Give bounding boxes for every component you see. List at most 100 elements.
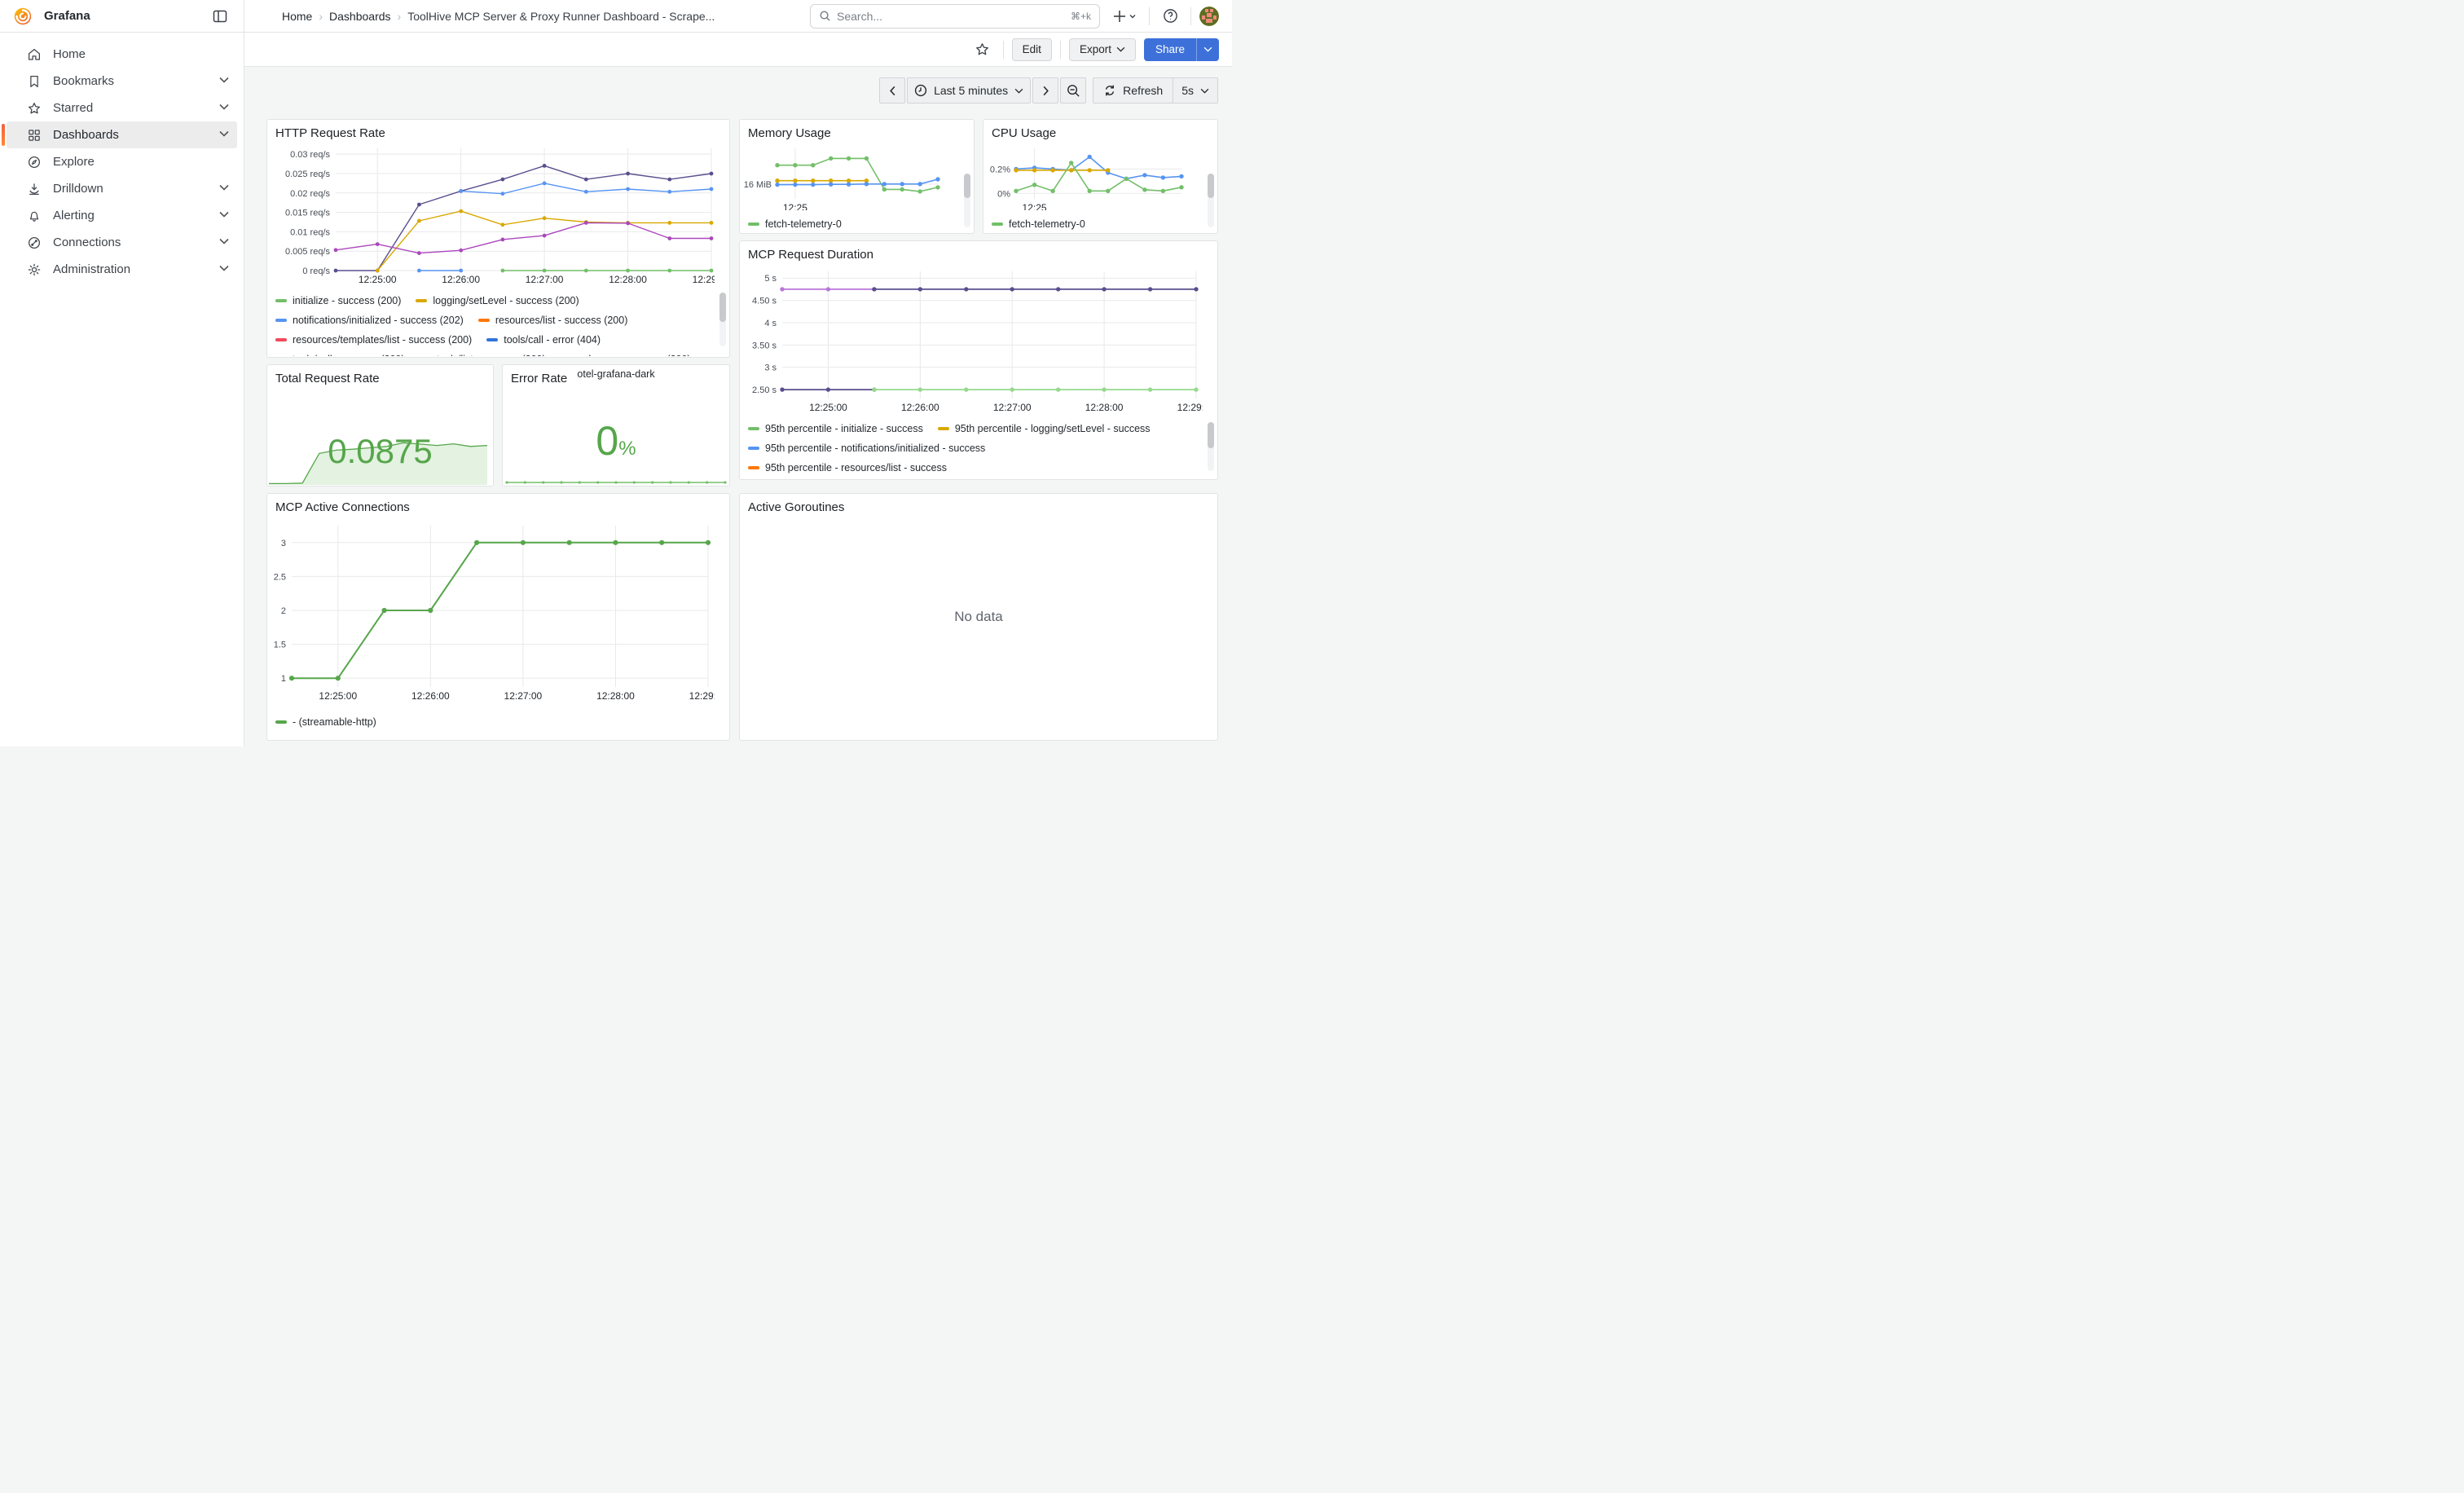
time-picker-group: Last 5 minutes bbox=[879, 77, 1086, 103]
topbar-right: Search... ⌘+k bbox=[810, 4, 1219, 29]
legend-item[interactable]: resources/templates/list - success (200) bbox=[275, 334, 472, 346]
panel-title[interactable]: Total Request Rate bbox=[267, 365, 493, 387]
legend-swatch bbox=[478, 319, 490, 322]
dock-sidebar-icon[interactable] bbox=[208, 4, 232, 29]
panel-memory-usage: Memory Usage 16 MiB12:25 fetch-telemetry… bbox=[739, 119, 975, 234]
drilldown-icon bbox=[27, 182, 42, 196]
panel-active-goroutines: Active Goroutines No data bbox=[739, 493, 1218, 741]
panel-title[interactable]: CPU Usage bbox=[983, 120, 1217, 142]
svg-text:1.5: 1.5 bbox=[274, 641, 286, 650]
svg-text:12:28:00: 12:28:00 bbox=[609, 274, 647, 285]
add-new-button[interactable] bbox=[1108, 4, 1141, 29]
chevron-down-icon bbox=[219, 265, 229, 275]
breadcrumb-item[interactable]: Dashboards bbox=[329, 10, 391, 23]
svg-text:12:25: 12:25 bbox=[1023, 202, 1047, 210]
panel-title[interactable]: HTTP Request Rate bbox=[267, 120, 729, 142]
sidebar-item-label: Bookmarks bbox=[53, 74, 219, 88]
svg-text:3.50 s: 3.50 s bbox=[752, 341, 777, 350]
legend-item[interactable]: 95th percentile - logging/setLevel - suc… bbox=[938, 423, 1151, 434]
time-forward-button[interactable] bbox=[1032, 77, 1058, 103]
sidebar-item-administration[interactable]: Administration bbox=[7, 256, 237, 283]
refresh-label: Refresh bbox=[1123, 84, 1163, 97]
legend-item[interactable]: fetch-telemetry-0 bbox=[748, 218, 842, 230]
bookmark-icon bbox=[27, 74, 42, 89]
legend-swatch bbox=[416, 299, 427, 302]
sidebar-item-connections[interactable]: Connections bbox=[7, 229, 237, 256]
time-range-label: Last 5 minutes bbox=[934, 84, 1008, 97]
sidebar-item-dashboards[interactable]: Dashboards bbox=[7, 121, 237, 148]
svg-text:0%: 0% bbox=[997, 189, 1010, 199]
legend-scrollbar[interactable] bbox=[719, 293, 726, 322]
legend-item[interactable]: tools/list - success (200) bbox=[420, 354, 546, 356]
panel-mcp-request-duration: MCP Request Duration 5 s4.50 s4 s3.50 s3… bbox=[739, 240, 1218, 480]
svg-text:12:27:00: 12:27:00 bbox=[993, 402, 1032, 413]
breadcrumb-item[interactable]: Home bbox=[282, 10, 312, 23]
sidebar: Grafana HomeBookmarksStarredDashboardsEx… bbox=[0, 0, 244, 746]
dashboard-canvas: Last 5 minutes Re bbox=[244, 67, 1232, 746]
svg-text:12:25:00: 12:25:00 bbox=[359, 274, 397, 285]
svg-text:0.01 req/s: 0.01 req/s bbox=[290, 227, 330, 237]
legend-item[interactable]: 95th percentile - initialize - success bbox=[748, 423, 923, 434]
grafana-app: Grafana HomeBookmarksStarredDashboardsEx… bbox=[0, 0, 1232, 746]
actionbar: Edit Export Share bbox=[244, 33, 1232, 67]
search-shortcut: ⌘+k bbox=[1071, 11, 1091, 22]
topbar: Home›Dashboards›ToolHive MCP Server & Pr… bbox=[244, 0, 1232, 33]
stat-value: 0% bbox=[503, 417, 729, 465]
legend-scrollbar[interactable] bbox=[1208, 422, 1214, 448]
legend-item[interactable]: fetch-telemetry-0 bbox=[992, 218, 1085, 230]
sidebar-item-label: Administration bbox=[53, 262, 219, 276]
time-controls: Last 5 minutes Re bbox=[879, 77, 1218, 103]
panel-title[interactable]: MCP Request Duration bbox=[740, 241, 1217, 263]
legend-item[interactable]: 95th percentile - resources/list - succe… bbox=[748, 462, 947, 473]
breadcrumb-item[interactable]: ToolHive MCP Server & Proxy Runner Dashb… bbox=[407, 10, 715, 23]
svg-text:3: 3 bbox=[281, 539, 286, 548]
share-button[interactable]: Share bbox=[1144, 38, 1196, 61]
breadcrumb-separator: › bbox=[398, 10, 402, 23]
gear-icon bbox=[27, 262, 42, 277]
legend-item[interactable]: logging/setLevel - success (200) bbox=[416, 295, 579, 306]
svg-text:0.005 req/s: 0.005 req/s bbox=[285, 247, 331, 257]
sidebar-item-drilldown[interactable]: Drilldown bbox=[7, 175, 237, 202]
legend-item[interactable]: notifications/initialized - success (202… bbox=[275, 315, 464, 326]
time-back-button[interactable] bbox=[879, 77, 905, 103]
legend-item[interactable]: initialize - success (200) bbox=[275, 295, 401, 306]
legend-item[interactable]: - (streamable-http) bbox=[275, 716, 376, 728]
zoom-out-button[interactable] bbox=[1060, 77, 1086, 103]
edit-button[interactable]: Edit bbox=[1012, 38, 1052, 61]
share-menu-caret[interactable] bbox=[1196, 38, 1219, 61]
help-icon[interactable] bbox=[1158, 4, 1182, 29]
refresh-interval-picker[interactable]: 5s bbox=[1173, 77, 1218, 103]
compass-icon bbox=[27, 155, 42, 170]
clock-icon bbox=[914, 84, 927, 97]
svg-text:1: 1 bbox=[281, 674, 286, 684]
user-avatar[interactable] bbox=[1199, 7, 1219, 26]
legend-item[interactable]: tools/call - error (404) bbox=[486, 334, 601, 346]
sidebar-item-alerting[interactable]: Alerting bbox=[7, 202, 237, 229]
refresh-button[interactable]: Refresh bbox=[1093, 77, 1173, 103]
sidebar-item-bookmarks[interactable]: Bookmarks bbox=[7, 68, 237, 95]
svg-text:0.015 req/s: 0.015 req/s bbox=[285, 209, 331, 218]
panel-title[interactable]: MCP Active Connections bbox=[267, 494, 729, 516]
panel-title[interactable]: Memory Usage bbox=[740, 120, 974, 142]
legend-item[interactable]: unknown - success (200) bbox=[561, 354, 691, 356]
sidebar-item-starred[interactable]: Starred bbox=[7, 95, 237, 121]
legend-scrollbar[interactable] bbox=[964, 174, 970, 198]
favorite-star-icon[interactable] bbox=[970, 37, 995, 62]
no-data-message: No data bbox=[740, 494, 1217, 740]
svg-text:4.50 s: 4.50 s bbox=[752, 297, 777, 306]
legend-swatch bbox=[748, 447, 759, 450]
svg-text:0.02 req/s: 0.02 req/s bbox=[290, 189, 330, 199]
legend-item[interactable]: 95th percentile - notifications/initiali… bbox=[748, 443, 985, 454]
search-input[interactable]: Search... ⌘+k bbox=[810, 4, 1100, 29]
legend-item[interactable]: resources/list - success (200) bbox=[478, 315, 628, 326]
svg-text:4 s: 4 s bbox=[764, 319, 777, 328]
time-range-picker[interactable]: Last 5 minutes bbox=[907, 77, 1031, 103]
sidebar-item-explore[interactable]: Explore bbox=[7, 148, 237, 175]
divider bbox=[1149, 7, 1150, 25]
chevron-down-icon bbox=[219, 184, 229, 194]
export-button[interactable]: Export bbox=[1069, 38, 1136, 61]
svg-text:2.50 s: 2.50 s bbox=[752, 385, 777, 395]
legend-scrollbar[interactable] bbox=[1208, 174, 1214, 198]
legend-item[interactable]: tools/call - success (200) bbox=[275, 354, 405, 356]
sidebar-item-home[interactable]: Home bbox=[7, 41, 237, 68]
